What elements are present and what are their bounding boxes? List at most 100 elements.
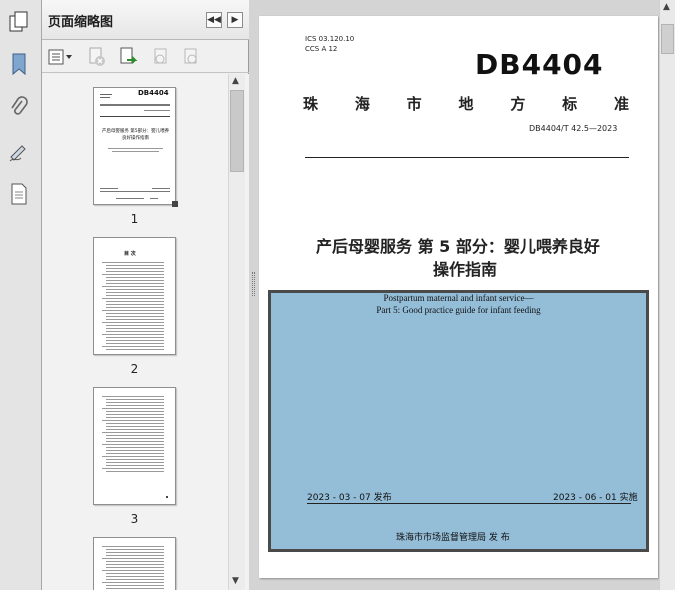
thumbnail-text-line (102, 582, 164, 583)
insert-page-icon (120, 47, 138, 64)
panel-splitter[interactable] (249, 0, 259, 590)
thumbnail-page-3[interactable] (93, 387, 176, 505)
thumbnail-text-line (106, 337, 164, 338)
thumbnail-page-2[interactable]: 目 次 (93, 237, 176, 355)
thumbnail-text-line (106, 462, 164, 463)
thumbnail-text-line (106, 331, 164, 332)
redo-button[interactable] (180, 47, 202, 67)
standard-number: DB4404/T 42.5—2023 (529, 124, 618, 133)
delete-page-button[interactable] (86, 47, 108, 67)
double-chevron-left-icon: ◀◀ (207, 15, 221, 25)
scrollbar-thumb[interactable] (230, 90, 244, 172)
header-rule (305, 157, 629, 158)
thumbnail-text-line (102, 558, 164, 559)
thumbnail-text-line (102, 298, 164, 299)
undo-icon (154, 48, 167, 64)
thumbnail-text-line (106, 414, 164, 415)
thumbnail-text-line (106, 426, 164, 427)
thumbnail-text-line (106, 549, 164, 550)
thumbnail-text-line (106, 555, 164, 556)
thumbnail-text-line (106, 585, 164, 586)
thumbnail-text-line (106, 301, 164, 302)
thumbnail-text-line (106, 459, 164, 460)
thumbnail-text-line (106, 292, 164, 293)
thumbnail-text-line (106, 471, 164, 472)
thumbnail-text-line (106, 588, 164, 589)
english-title-line2: Part 5: Good practice guide for infant f… (376, 305, 541, 315)
panel-menu-button[interactable]: ▶ (227, 12, 243, 28)
thumbnail-text-line (106, 579, 164, 580)
thumbnail-text-line (106, 402, 164, 403)
thumbnail-toolbar (42, 41, 249, 73)
thumbnail-text-line (106, 576, 164, 577)
options-menu-icon (48, 49, 72, 65)
thumbnail-text-line (102, 570, 164, 571)
scroll-up-icon[interactable]: ▲ (663, 2, 670, 12)
thumbnail-scrollbar[interactable]: ▲ ▼ (228, 74, 245, 590)
thumbnail-text-line (106, 564, 164, 565)
text-selection-highlight[interactable]: Postpartum maternal and infant service— … (268, 290, 649, 552)
thumbnail-text-line (102, 408, 164, 409)
document-scrollbar[interactable]: ▲ (659, 0, 675, 590)
thumbnail-text-line (106, 289, 164, 290)
thumbnail-text-line (106, 277, 164, 278)
options-menu-button[interactable] (48, 47, 74, 67)
thumbnail-text-line (102, 322, 164, 323)
thumbnail-text-line (106, 465, 164, 466)
thumbnail-text-line (106, 268, 164, 269)
page-marker (172, 201, 178, 207)
thumbnail-text-line (102, 456, 164, 457)
english-title-line1: Postpartum maternal and infant service— (383, 293, 534, 303)
thumbnail-text-line (102, 274, 164, 275)
scroll-up-icon[interactable]: ▲ (232, 76, 239, 86)
thumbnail-text-line (106, 340, 164, 341)
thumbnail-text-line (106, 417, 164, 418)
implement-date: 2023 - 06 - 01 实施 (553, 493, 638, 503)
ccs-code: CCS A 12 (305, 45, 338, 53)
thumbnail-text-line (106, 435, 164, 436)
thumbnail-page-4[interactable] (93, 537, 176, 590)
thumbnail-number: 3 (130, 512, 139, 526)
thumbnail-list: DB4404 产后母婴服务 第5部分：婴儿喂养良好操作指南 1 目 次 2 3 (42, 74, 249, 590)
thumbnail-text-line (106, 552, 164, 553)
thumbnail-text-line (106, 280, 164, 281)
region-title-char: 标 (562, 95, 578, 113)
thumbnail-text-line (102, 546, 164, 547)
thumbnail-code: DB4404 (138, 89, 169, 97)
layers-icon[interactable] (6, 180, 32, 208)
region-title-char: 珠 (303, 95, 319, 113)
scroll-down-icon[interactable]: ▼ (232, 576, 239, 586)
attachment-icon[interactable] (6, 94, 32, 122)
signature-icon[interactable] (6, 138, 32, 166)
document-title-line1: 产后母婴服务 第 5 部分：婴儿喂养良好 (316, 237, 600, 256)
thumbnail-title: 产后母婴服务 第5部分：婴儿喂养良好操作指南 (101, 129, 170, 141)
thumbnail-text-line (106, 319, 164, 320)
undo-button[interactable] (150, 47, 172, 67)
thumbnail-text-line (106, 265, 164, 266)
thumbnail-text-line (102, 310, 164, 311)
page-thumbnails-panel: 页面缩略图 ◀◀ ▶ DB4404 产后母婴服务 第5部分：婴儿喂养良好操作指南… (42, 0, 249, 590)
region-title-char: 地 (458, 95, 474, 113)
redo-icon (184, 48, 197, 64)
thumbnail-text-line (106, 405, 164, 406)
thumbnail-page-1[interactable]: DB4404 产后母婴服务 第5部分：婴儿喂养良好操作指南 (93, 87, 176, 205)
footer-rule (307, 503, 631, 504)
panel-header: 页面缩略图 ◀◀ ▶ (42, 0, 249, 40)
thumbnail-number: 2 (130, 362, 139, 376)
thumbnail-text-line (106, 325, 164, 326)
thumbnail-text-line (106, 316, 164, 317)
pages-panel-icon (6, 8, 28, 32)
thumbnail-text-line (106, 349, 164, 350)
scrollbar-thumb[interactable] (661, 24, 674, 54)
thumbnail-heading: 目 次 (124, 251, 136, 257)
thumbnail-text-line (106, 438, 164, 439)
region-title-char: 方 (510, 95, 526, 113)
thumbnail-number: 1 (130, 212, 139, 226)
thumbnail-text-line (106, 343, 164, 344)
publisher: 珠海市市场监督管理局 发 布 (396, 533, 510, 543)
insert-page-button[interactable] (118, 47, 140, 67)
splitter-grip-icon[interactable] (252, 272, 255, 296)
region-title-char: 市 (406, 95, 422, 113)
bookmark-icon[interactable] (6, 50, 32, 78)
collapse-panel-button[interactable]: ◀◀ (206, 12, 222, 28)
